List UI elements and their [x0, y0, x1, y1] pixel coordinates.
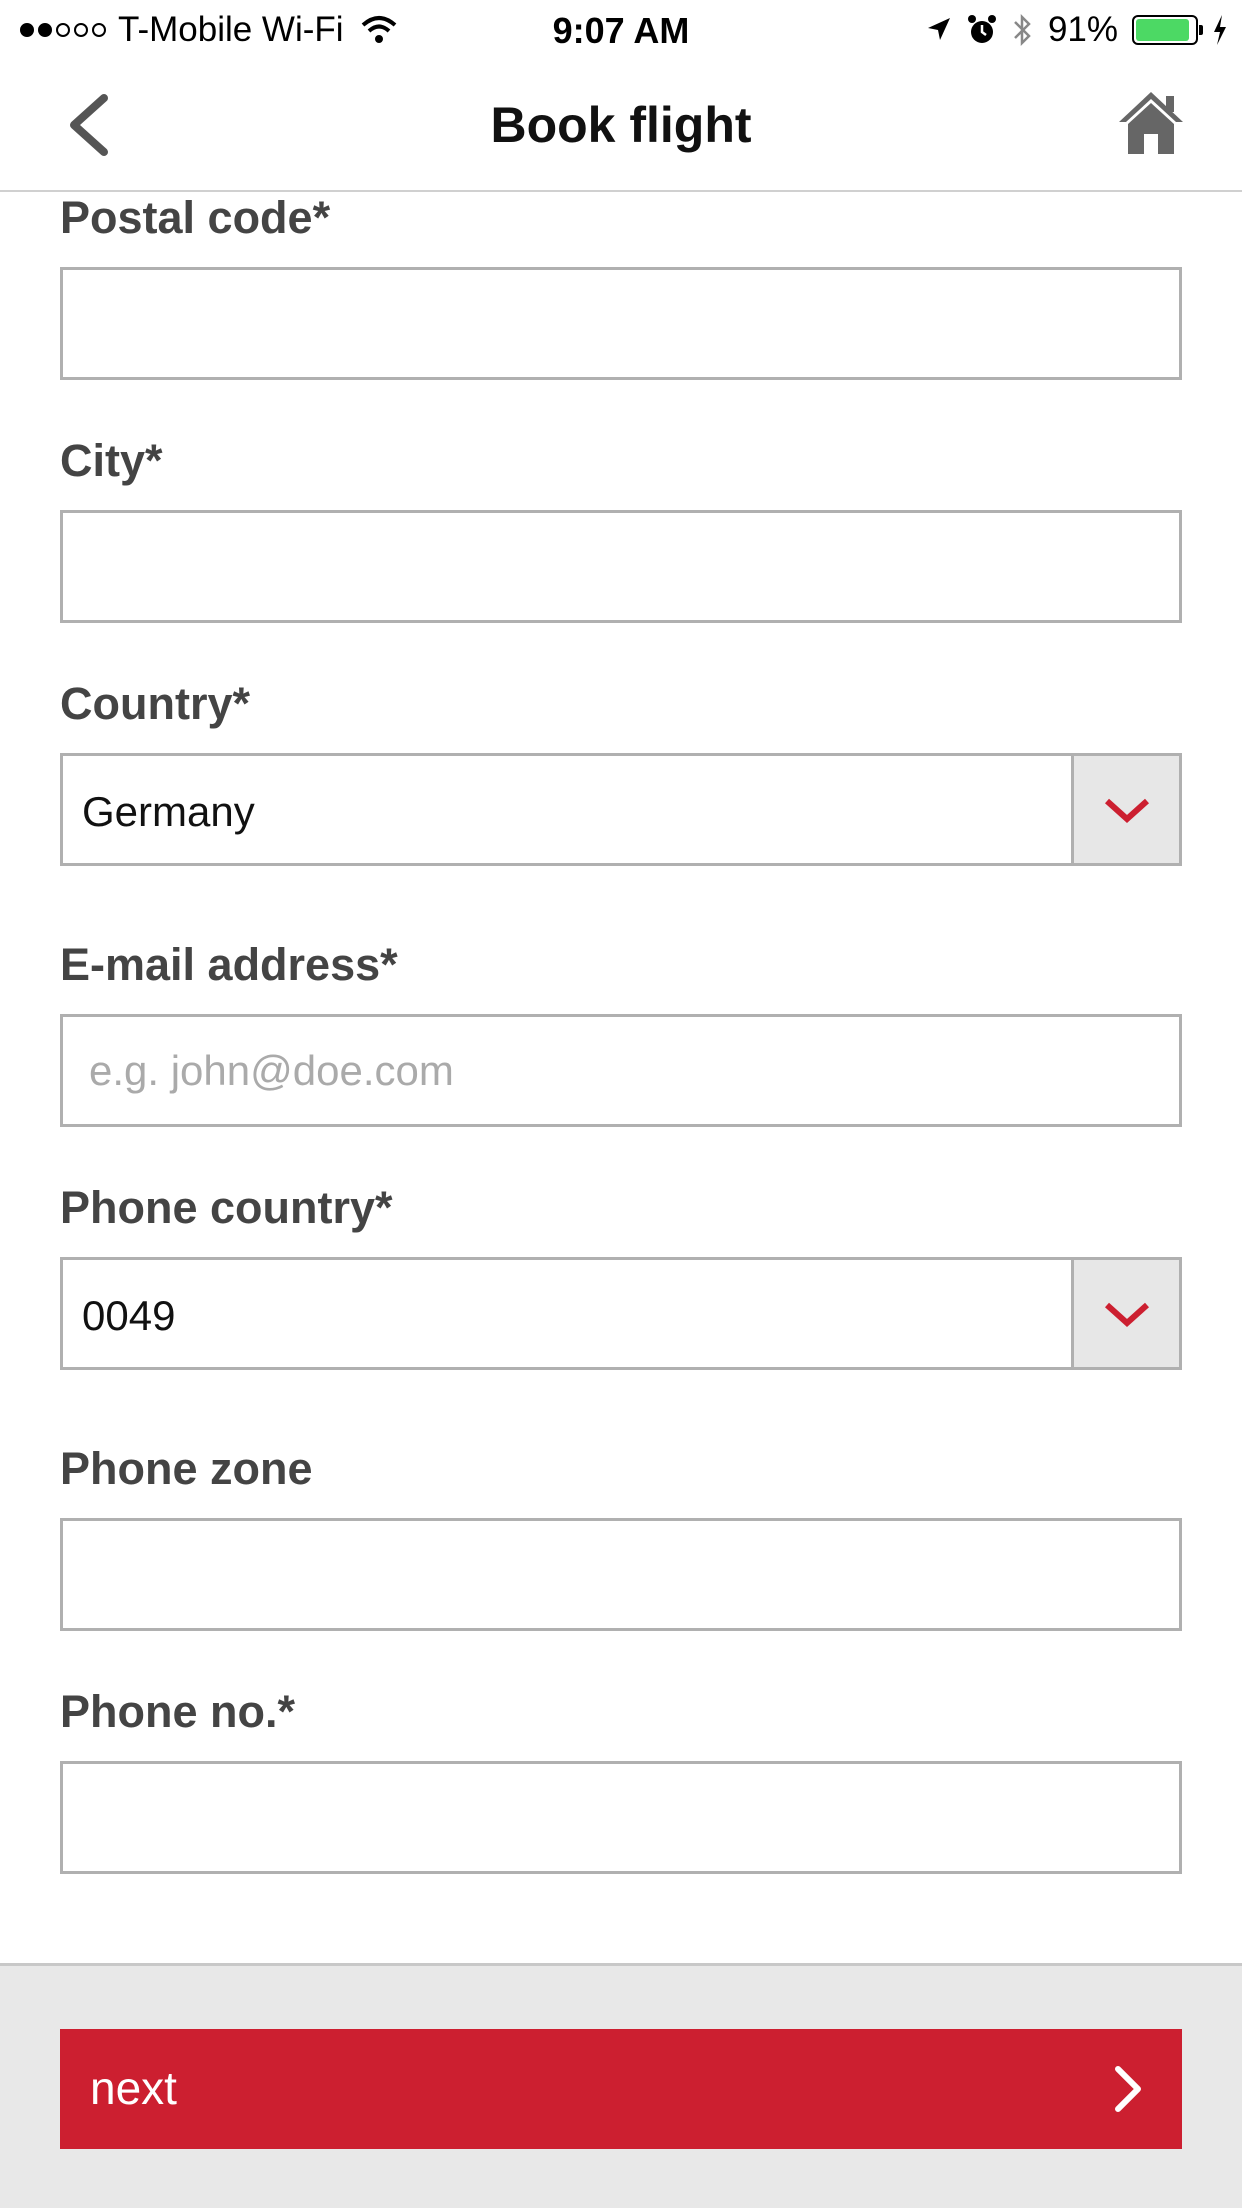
phone-country-selected-value: 0049: [82, 1292, 176, 1339]
next-button-label: next: [90, 2062, 177, 2114]
email-label: E-mail address*: [60, 939, 398, 990]
postal-code-input[interactable]: [60, 267, 1182, 380]
chevron-right-icon: [1115, 2066, 1141, 2112]
home-icon[interactable]: [1116, 88, 1186, 158]
country-dropdown-toggle[interactable]: [1071, 756, 1179, 863]
battery-icon: [1132, 15, 1203, 45]
alarm-icon: [967, 15, 996, 43]
postal-code-label: Postal code*: [60, 192, 331, 243]
city-label: City*: [60, 435, 163, 486]
chevron-down-icon: [1104, 1302, 1149, 1327]
email-input[interactable]: [60, 1014, 1182, 1127]
country-select[interactable]: Germany: [60, 753, 1182, 866]
city-input[interactable]: [60, 510, 1182, 623]
status-right: 91%: [924, 10, 1228, 50]
bluetooth-icon: [1014, 13, 1031, 47]
phone-no-label: Phone no.*: [60, 1686, 295, 1737]
location-arrow-icon: [927, 18, 950, 40]
country-label: Country*: [60, 678, 250, 729]
phone-country-dropdown-toggle[interactable]: [1071, 1260, 1179, 1367]
charging-bolt-icon: [1214, 15, 1226, 45]
phone-no-input[interactable]: [60, 1761, 1182, 1874]
next-button[interactable]: next: [60, 2029, 1182, 2149]
country-selected-value: Germany: [82, 788, 255, 835]
chevron-down-icon: [1104, 798, 1149, 823]
status-bar: T-Mobile Wi-Fi 9:07 AM 91%: [0, 0, 1242, 60]
battery-fill: [1136, 19, 1189, 41]
phone-country-label: Phone country*: [60, 1182, 393, 1233]
phone-country-select[interactable]: 0049: [60, 1257, 1182, 1370]
nav-bar: Book flight: [0, 60, 1242, 192]
footer-bar: next: [0, 1963, 1242, 2208]
battery-percent: 91%: [1047, 10, 1118, 49]
page-title: Book flight: [490, 97, 752, 153]
phone-zone-label: Phone zone: [60, 1443, 313, 1494]
phone-zone-input[interactable]: [60, 1518, 1182, 1631]
